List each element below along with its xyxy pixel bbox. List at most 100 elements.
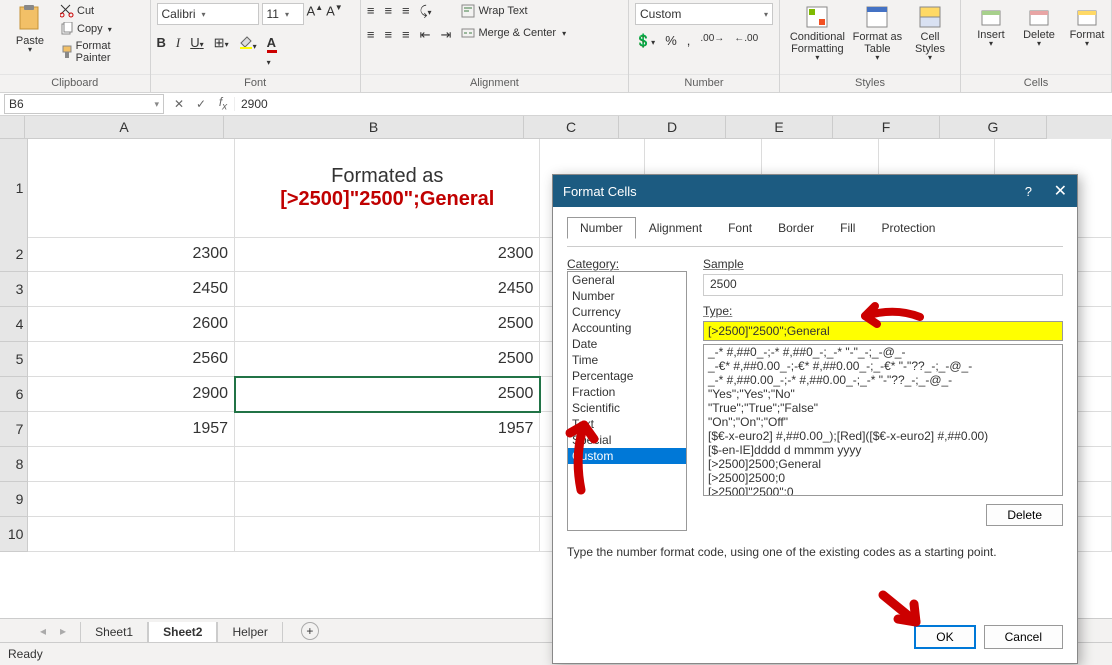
cell[interactable]: 2300 [235,237,540,272]
cell[interactable] [28,482,235,517]
dialog-tab[interactable]: Font [715,217,765,239]
col-header-b[interactable]: B [224,116,524,139]
italic-button[interactable]: I [176,35,180,68]
row-header[interactable]: 9 [0,482,28,517]
category-item[interactable]: Number [568,288,686,304]
cell[interactable] [28,517,235,552]
align-bottom-button[interactable]: ≡ [402,3,410,19]
cell[interactable] [235,447,540,482]
percent-button[interactable]: % [665,33,677,49]
category-item[interactable]: Scientific [568,400,686,416]
format-as-table-button[interactable]: Format as Table▾ [849,3,906,64]
tab-nav-prev[interactable]: ◂ [40,624,46,638]
row-header[interactable]: 3 [0,272,28,307]
type-list-item[interactable]: _-* #,##0_-;-* #,##0_-;_-* "-"_-;_-@_- [704,345,1062,359]
cell[interactable] [28,447,235,482]
decrease-decimal-button[interactable]: ←.00 [734,33,758,49]
cell[interactable]: 2300 [28,237,235,272]
format-cells-button[interactable]: Format▾ [1063,3,1111,50]
row-header[interactable]: 6 [0,377,28,412]
row-header[interactable]: 4 [0,307,28,342]
help-button[interactable]: ? [1025,184,1032,199]
close-button[interactable]: ✕ [1054,183,1067,200]
type-list-item[interactable]: "True";"True";"False" [704,401,1062,415]
col-header-e[interactable]: E [726,116,833,139]
category-item[interactable]: Currency [568,304,686,320]
cell-b1[interactable]: Formated as [>2500]"2500";General [235,139,540,238]
underline-button[interactable]: U▾ [190,35,203,68]
paste-button[interactable]: Paste ▾ [6,3,54,56]
category-item[interactable]: Date [568,336,686,352]
format-painter-button[interactable]: Format Painter [58,39,144,65]
wrap-text-button[interactable]: Wrap Text [459,3,568,19]
font-name-combo[interactable]: Calibri▾ [157,3,259,25]
accounting-format-button[interactable]: 💲▾ [635,33,655,49]
dialog-tab[interactable]: Number [567,217,636,239]
align-middle-button[interactable]: ≡ [384,3,392,19]
align-left-button[interactable]: ≡ [367,27,375,43]
category-item[interactable]: General [568,272,686,288]
dialog-tab[interactable]: Alignment [636,217,715,239]
increase-font-button[interactable]: A▲ [307,3,324,25]
insert-cells-button[interactable]: Insert▾ [967,3,1015,50]
cancel-button[interactable]: Cancel [984,625,1063,649]
borders-button[interactable]: ⊞▾ [214,35,229,68]
number-format-combo[interactable]: Custom▾ [635,3,773,25]
row-header-1[interactable]: 1 [0,139,28,238]
type-list-item[interactable]: [$-en-IE]dddd d mmmm yyyy [704,443,1062,457]
sheet-tab[interactable]: Helper [217,622,282,643]
align-right-button[interactable]: ≡ [402,27,410,43]
increase-indent-button[interactable]: ⇥ [441,27,452,43]
type-list-item[interactable]: [>2500]"2500";0 [704,485,1062,496]
cell[interactable]: 1957 [235,412,540,447]
align-top-button[interactable]: ≡ [367,3,375,19]
type-list-item[interactable]: _-* #,##0.00_-;-* #,##0.00_-;_-* "-"??_-… [704,373,1062,387]
fill-color-button[interactable]: ▾ [239,35,257,68]
bold-button[interactable]: B [157,35,166,68]
row-header[interactable]: 2 [0,237,28,272]
font-size-combo[interactable]: 11▾ [262,3,304,25]
delete-format-button[interactable]: Delete [986,504,1063,526]
comma-button[interactable]: , [687,33,691,49]
dialog-tab[interactable]: Border [765,217,827,239]
cell[interactable]: 2500 [235,307,540,342]
fx-button[interactable]: fx [212,95,234,112]
col-header-f[interactable]: F [833,116,940,139]
category-item[interactable]: Time [568,352,686,368]
row-header[interactable]: 7 [0,412,28,447]
row-header[interactable]: 8 [0,447,28,482]
orientation-button[interactable]: ⤹▾ [420,3,432,19]
category-item[interactable]: Fraction [568,384,686,400]
cell-a1[interactable] [28,139,235,238]
sheet-tab[interactable]: Sheet2 [148,622,217,643]
col-header-d[interactable]: D [619,116,726,139]
cell[interactable]: 2600 [28,307,235,342]
col-header-a[interactable]: A [25,116,224,139]
cell[interactable]: 2450 [235,272,540,307]
type-list-item[interactable]: [>2500]2500;0 [704,471,1062,485]
accept-formula-button[interactable]: ✓ [190,97,212,111]
type-list-item[interactable]: [$€-x-euro2] #,##0.00_);[Red]([$€-x-euro… [704,429,1062,443]
cell[interactable]: 2500 [235,377,540,412]
cut-button[interactable]: Cut [58,3,144,19]
decrease-indent-button[interactable]: ⇤ [420,27,431,43]
category-item[interactable]: Percentage [568,368,686,384]
cancel-formula-button[interactable]: ✕ [168,97,190,111]
cell[interactable]: 2500 [235,342,540,377]
row-header[interactable]: 5 [0,342,28,377]
decrease-font-button[interactable]: A▼ [326,3,343,25]
copy-button[interactable]: Copy▾ [58,21,144,37]
col-header-c[interactable]: C [524,116,619,139]
delete-cells-button[interactable]: Delete▾ [1015,3,1063,50]
type-list[interactable]: _-* #,##0_-;-* #,##0_-;_-* "-"_-;_-@_-_-… [703,344,1063,496]
font-color-button[interactable]: A▾ [267,35,277,68]
col-header-g[interactable]: G [940,116,1047,139]
category-item[interactable]: Accounting [568,320,686,336]
type-list-item[interactable]: _-€* #,##0.00_-;-€* #,##0.00_-;_-€* "-"?… [704,359,1062,373]
cell[interactable] [235,482,540,517]
formula-input[interactable]: 2900 [234,97,268,111]
select-all-corner[interactable] [0,116,25,139]
cell[interactable]: 2560 [28,342,235,377]
conditional-formatting-button[interactable]: Conditional Formatting▾ [786,3,849,64]
cell-styles-button[interactable]: Cell Styles▾ [906,3,954,64]
